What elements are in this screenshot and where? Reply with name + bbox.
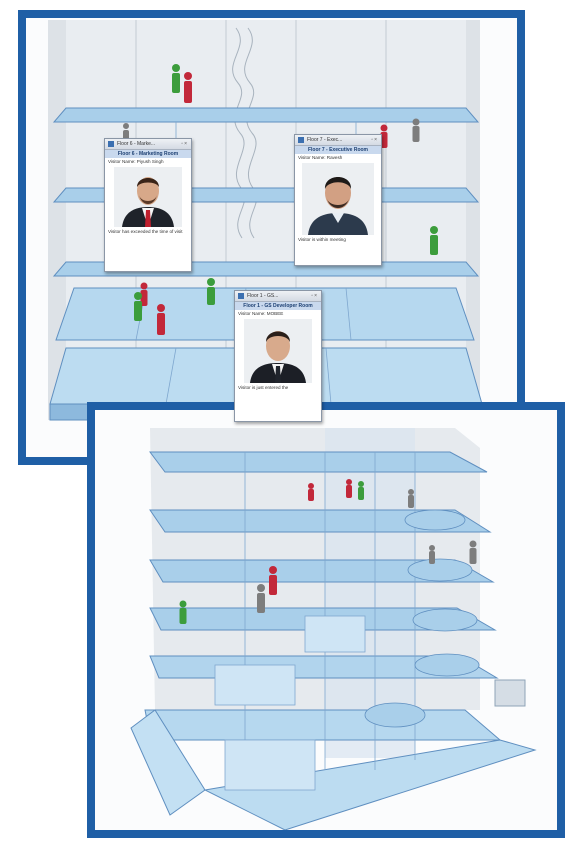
popup-visitor-name: Visitor Name: Ravesh bbox=[298, 155, 343, 160]
building-3d-render-bottom bbox=[130, 428, 537, 830]
window-app-icon bbox=[298, 137, 304, 143]
popup-window-title: Floor 6 - Marke... bbox=[117, 141, 156, 147]
popup-window-title: Floor 7 - Exec... bbox=[307, 137, 343, 143]
window-app-icon bbox=[108, 141, 114, 147]
building-view-bottom bbox=[87, 402, 565, 838]
visitor-popup-floor-6[interactable]: Floor 6 - Marke... ▫× Floor 6 - Marketin… bbox=[104, 138, 192, 272]
annex-block bbox=[494, 679, 526, 707]
popup-window-title: Floor 1 - GS... bbox=[247, 293, 279, 299]
person-gray bbox=[257, 584, 265, 613]
popup-visitor-name: Visitor Name: Piyush Singh bbox=[108, 159, 164, 164]
popup-room-name: Floor 1 - GS Developer Room bbox=[235, 302, 321, 310]
visitor-portrait bbox=[244, 319, 312, 383]
person-green bbox=[358, 481, 364, 500]
popup-titlebar[interactable]: Floor 1 - GS... ▫× bbox=[235, 291, 321, 302]
building-view-top: Floor 6 - Marke... ▫× Floor 6 - Marketin… bbox=[18, 10, 525, 465]
person-green bbox=[179, 600, 187, 624]
window-controls-icon[interactable]: ▫× bbox=[371, 137, 378, 143]
popup-status-text: Visitor is within meeting bbox=[298, 237, 346, 242]
popup-status-text: Visitor is just entered the bbox=[238, 385, 289, 390]
person-gray bbox=[412, 118, 420, 142]
popup-room-name: Floor 6 - Marketing Room bbox=[105, 150, 191, 158]
person-red bbox=[184, 72, 192, 103]
person-green bbox=[207, 278, 215, 305]
visitor-portrait bbox=[114, 167, 182, 227]
person-red bbox=[269, 566, 277, 595]
window-app-icon bbox=[238, 293, 244, 299]
person-green bbox=[430, 226, 438, 255]
popup-visitor-name: Visitor Name: MOBEE bbox=[238, 311, 284, 316]
visitor-popup-floor-7[interactable]: Floor 7 - Exec... ▫× Floor 7 - Executive… bbox=[294, 134, 382, 266]
window-controls-icon[interactable]: ▫× bbox=[311, 293, 318, 299]
visitor-photo bbox=[244, 319, 312, 383]
popup-titlebar[interactable]: Floor 7 - Exec... ▫× bbox=[295, 135, 381, 146]
visitor-photo bbox=[302, 163, 374, 235]
person-green bbox=[134, 292, 142, 321]
popup-status-text: Visitor has exceeded the time of visit bbox=[108, 229, 183, 234]
person-gray bbox=[408, 489, 414, 508]
person-gray bbox=[429, 545, 435, 564]
person-red bbox=[157, 304, 165, 335]
person-red bbox=[346, 479, 352, 498]
visitor-photo bbox=[114, 167, 182, 227]
person-green bbox=[172, 64, 180, 93]
person-red bbox=[308, 483, 314, 501]
visitor-popup-floor-1[interactable]: Floor 1 - GS... ▫× Floor 1 - GS Develope… bbox=[234, 290, 322, 422]
person-gray bbox=[469, 540, 477, 564]
visitor-portrait bbox=[302, 163, 374, 235]
window-controls-icon[interactable]: ▫× bbox=[181, 141, 188, 147]
popup-titlebar[interactable]: Floor 6 - Marke... ▫× bbox=[105, 139, 191, 150]
popup-room-name: Floor 7 - Executive Room bbox=[295, 146, 381, 154]
